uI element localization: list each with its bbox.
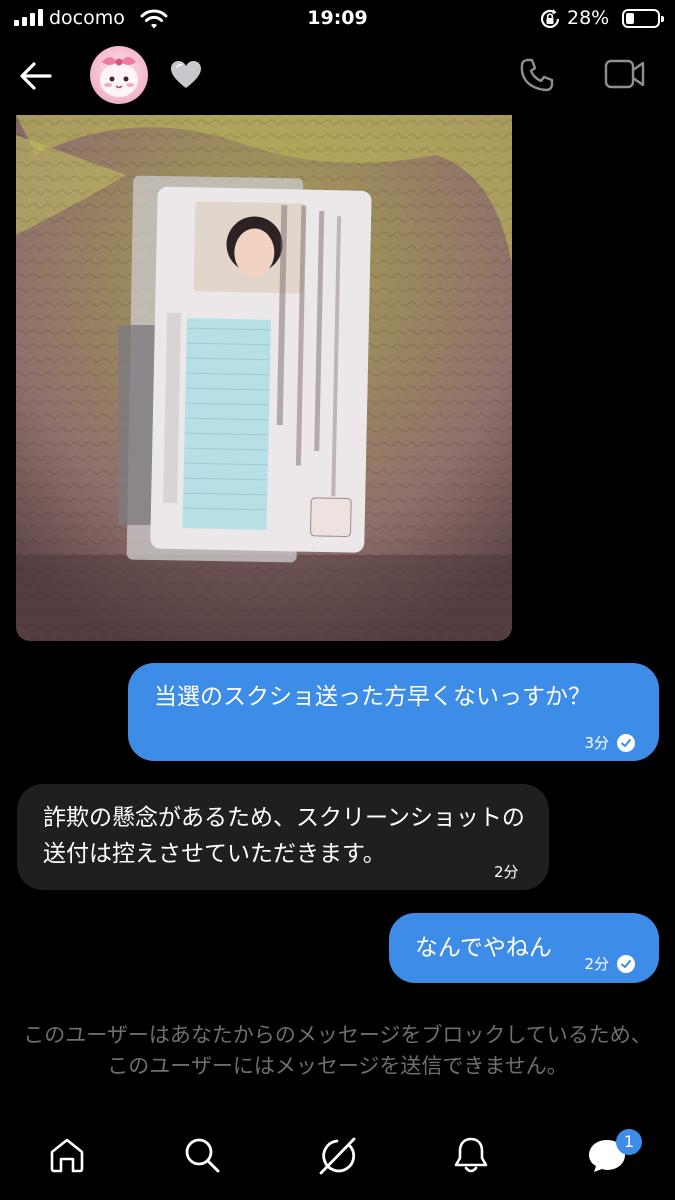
blocked-notice: このユーザーはあなたからのメッセージをブロックしているため、このユーザーにはメッ… [23, 1023, 652, 1078]
notifications-icon[interactable] [453, 1136, 489, 1174]
read-check-icon [617, 955, 635, 973]
received-message[interactable]: 詐欺の懸念があるため、スクリーンショットの送付は控えさせていただきます。 2分 [17, 784, 549, 890]
message-text: 当選のスクショ送った方早くないっすか？ [154, 684, 591, 710]
heart-icon[interactable] [170, 60, 202, 90]
avatar[interactable] [90, 46, 148, 104]
back-arrow-icon[interactable] [16, 58, 56, 94]
message-meta: 2分 [494, 854, 519, 890]
rotation-lock-icon [540, 9, 560, 28]
message-time: 2分 [584, 955, 609, 973]
battery-percentage: 28% [567, 7, 610, 29]
video-camera-icon[interactable] [604, 58, 646, 90]
image-message[interactable] [16, 115, 512, 641]
chat-header [0, 40, 675, 112]
message-time: 3分 [584, 734, 609, 752]
sent-message[interactable]: なんでやねん 2分 [389, 913, 659, 983]
search-icon[interactable] [183, 1136, 221, 1174]
bottom-navigation [0, 1110, 675, 1200]
battery-icon [622, 9, 664, 28]
message-meta: 2分 [584, 946, 635, 982]
sent-message[interactable]: 当選のスクショ送った方早くないっすか？ 3分 [128, 663, 659, 761]
message-text: なんでやねん [415, 935, 552, 961]
status-bar: docomo 19:09 28% [0, 0, 675, 40]
message-text: 詐欺の懸念があるため、スクリーンショットの送付は控えさせていただきます。 [43, 805, 525, 867]
message-time: 2分 [494, 863, 519, 881]
phone-icon[interactable] [518, 56, 556, 94]
home-icon[interactable] [48, 1136, 86, 1174]
battery-level [626, 13, 634, 24]
messages-badge: 1 [616, 1129, 642, 1155]
read-check-icon [617, 734, 635, 752]
message-meta: 3分 [584, 725, 635, 761]
grok-icon[interactable] [317, 1136, 357, 1176]
